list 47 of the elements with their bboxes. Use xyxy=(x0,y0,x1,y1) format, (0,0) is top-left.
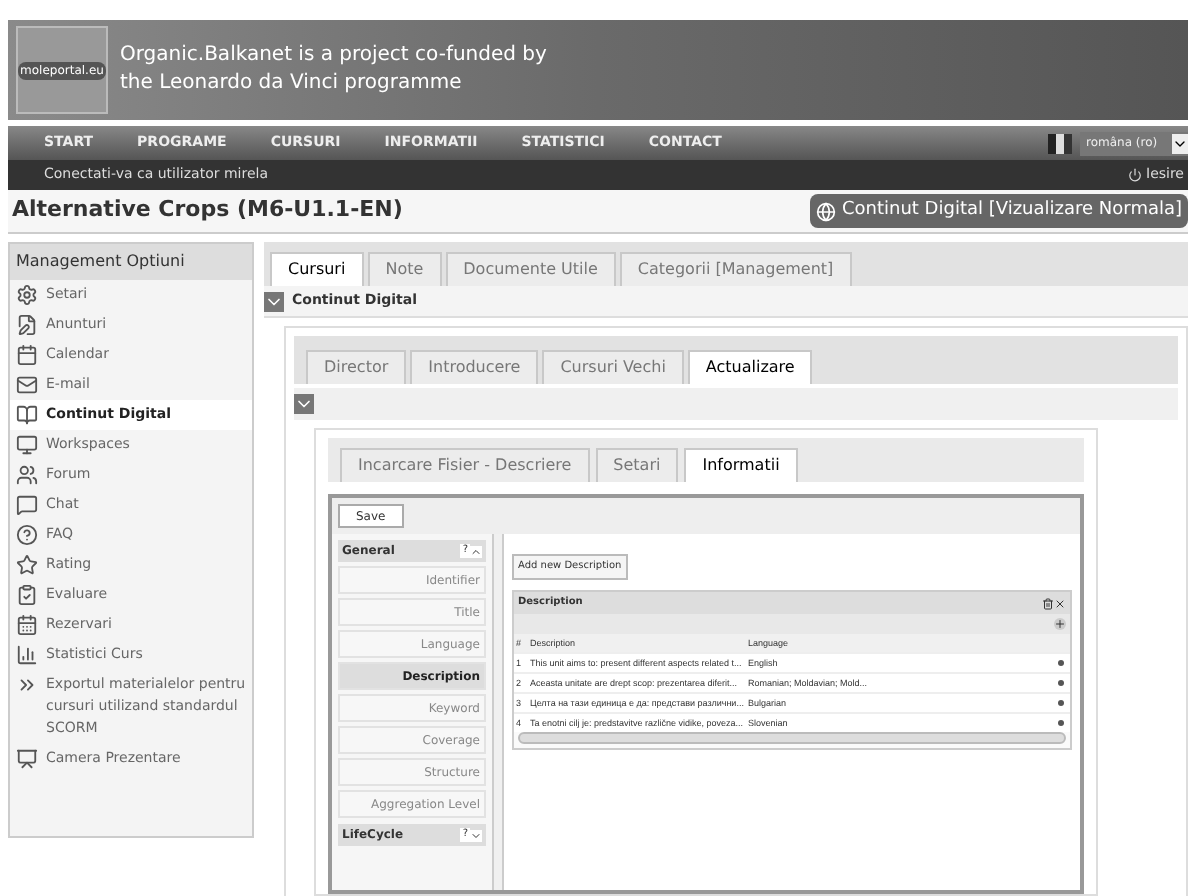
tab[interactable]: Cursuri Vechi xyxy=(542,350,684,384)
caret-icon xyxy=(1172,133,1188,153)
gear-icon xyxy=(16,284,38,306)
banner-text: the Leonardo da Vinci programme xyxy=(120,70,464,98)
note-icon xyxy=(16,314,38,336)
sidebar-title: Management Optiuni xyxy=(10,244,252,280)
expand-icon[interactable] xyxy=(470,829,482,841)
add-icon[interactable] xyxy=(1054,618,1066,630)
calendar-icon xyxy=(16,614,38,636)
tab[interactable]: Setari xyxy=(595,448,679,482)
collapse-icon[interactable] xyxy=(264,291,284,311)
tab[interactable]: Incarcare Fisier - Descriere xyxy=(340,448,590,482)
help-icon xyxy=(16,524,38,546)
collapse-icon[interactable] xyxy=(294,394,314,414)
horizontal-scrollbar[interactable] xyxy=(518,732,1066,744)
tab[interactable]: Actualizare xyxy=(687,350,813,384)
clipboard-icon xyxy=(16,584,38,606)
double-chevron-icon xyxy=(16,674,38,696)
page-title: Alternative Crops (M6-U1.1-EN) xyxy=(10,194,403,227)
flag-icon xyxy=(1048,133,1072,153)
tab[interactable]: Cursuri xyxy=(270,252,364,286)
row-handle-icon[interactable] xyxy=(1058,660,1064,666)
book-icon xyxy=(16,404,38,426)
tab[interactable]: Introducere xyxy=(410,350,539,384)
row-handle-icon[interactable] xyxy=(1058,720,1064,726)
tab[interactable]: Documente Utile xyxy=(445,252,616,286)
globe-icon xyxy=(815,201,836,221)
banner-text: Organic.Balkanet is a project co-funded by xyxy=(120,42,547,70)
trash-icon[interactable] xyxy=(1042,597,1054,609)
row-handle-icon[interactable] xyxy=(1058,680,1064,686)
monitor-icon xyxy=(16,434,38,456)
view-button[interactable]: Continut Digital [Vizualizare Normala] xyxy=(809,194,1188,228)
tab[interactable]: Note xyxy=(367,252,442,286)
people-icon xyxy=(16,464,38,486)
power-icon xyxy=(1128,168,1142,182)
tab[interactable]: Director xyxy=(306,350,407,384)
presentation-icon xyxy=(16,748,38,770)
close-icon[interactable] xyxy=(1054,597,1066,609)
tab[interactable]: Informatii xyxy=(684,448,798,482)
star-icon xyxy=(16,554,38,576)
chart-icon xyxy=(16,644,38,666)
tab[interactable]: Categorii [Management] xyxy=(619,252,852,286)
calendar-icon xyxy=(16,344,38,366)
mail-icon xyxy=(16,374,38,396)
chat-icon xyxy=(16,494,38,516)
collapse-icon[interactable] xyxy=(470,545,482,557)
row-handle-icon[interactable] xyxy=(1058,700,1064,706)
